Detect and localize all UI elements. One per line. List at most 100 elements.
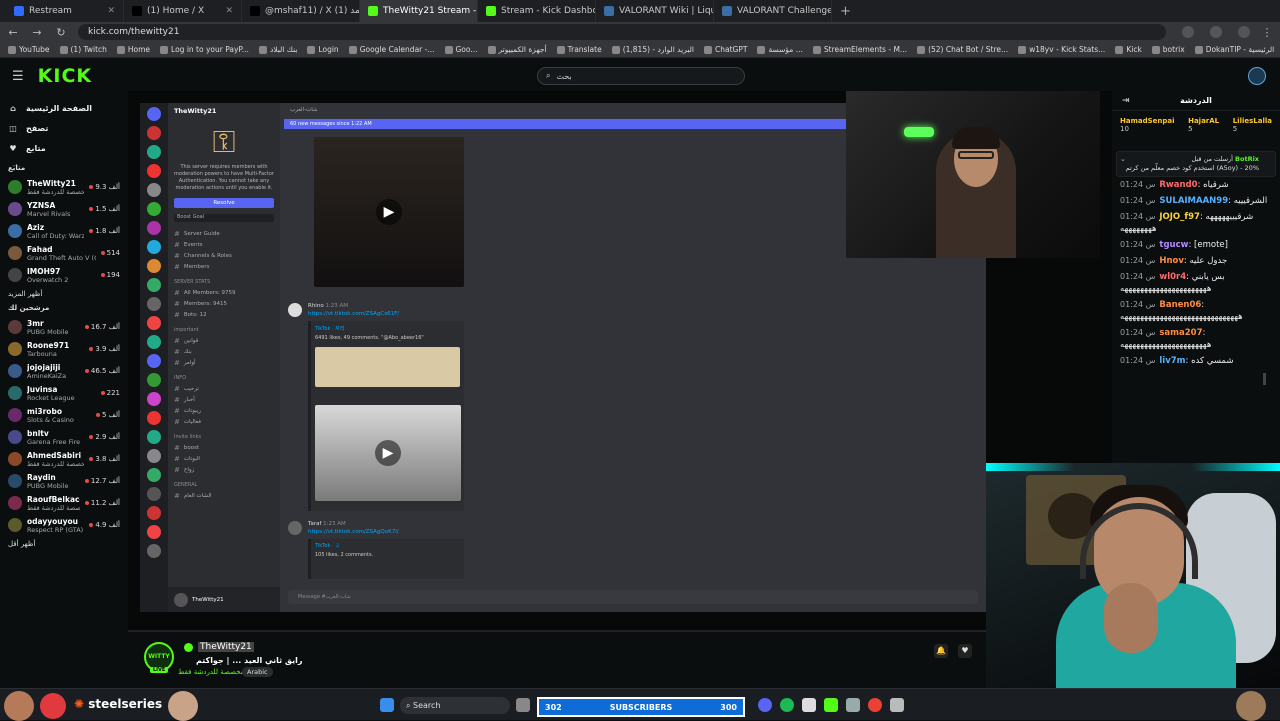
bookmark-item[interactable]: Log in to your PayP... — [160, 45, 249, 54]
bookmark-item[interactable]: مؤسسة ... — [757, 45, 803, 54]
heart-icon[interactable]: ♥ — [958, 644, 972, 658]
sidebar-channel[interactable]: bnltv Garena Free Fire 2.9 ألف — [8, 426, 120, 448]
discord-category[interactable]: INFO — [174, 374, 274, 383]
chat-username[interactable]: SULAIMAAN99 — [1159, 196, 1228, 206]
chrome-icon[interactable] — [868, 698, 882, 712]
show-more-link[interactable]: أظهر المزيد — [8, 290, 120, 298]
chat-username[interactable]: JOJO_f97 — [1159, 212, 1200, 222]
chat-username[interactable]: tgucw — [1159, 240, 1188, 250]
chat-username[interactable]: liv7m — [1159, 356, 1185, 366]
discord-server-icon[interactable] — [147, 316, 161, 330]
forward-icon[interactable]: → — [30, 26, 44, 39]
task-view-icon[interactable] — [516, 698, 530, 712]
boost-goal[interactable]: Boost Goal — [174, 214, 274, 222]
avatar[interactable] — [288, 521, 302, 535]
discord-server-name[interactable]: TheWitty21 — [174, 107, 274, 115]
sidebar-channel[interactable]: odayyouyou Respect RP (GTA) 4.9 ألف — [8, 514, 120, 536]
discord-server-icon[interactable] — [147, 183, 161, 197]
discord-channel[interactable]: # أوامر — [174, 357, 274, 368]
pinned-message[interactable]: ⌄ أرسلت من قبل BotRix استخدم كود خصم معل… — [1116, 151, 1276, 177]
address-bar[interactable]: kick.com/thewitty21 — [78, 24, 1166, 40]
discord-user-avatar[interactable] — [174, 592, 188, 607]
hamburger-icon[interactable]: ☰ — [12, 69, 24, 84]
chat-username[interactable]: sama207 — [1159, 328, 1202, 338]
discord-channel[interactable]: # أخبار — [174, 394, 274, 405]
sidebar-channel[interactable]: mi3robo Slots & Casino 5 ألف — [8, 404, 120, 426]
discord-server-icon[interactable] — [147, 335, 161, 349]
sidebar-channel[interactable]: RaoufBelkacemiمخصصة للدردشة فقط 11.2 ألف — [8, 492, 120, 514]
taskbar-search[interactable]: ⌕ Search — [400, 697, 510, 714]
message-link[interactable]: https://vt.tiktok.com/ZSAgCs61F/ — [308, 311, 399, 317]
discord-server-icon[interactable] — [147, 164, 161, 178]
bookmark-item[interactable]: Kick — [1115, 45, 1142, 54]
bell-icon[interactable]: 🔔 — [934, 644, 948, 658]
show-more-link[interactable]: أظهر أقل — [8, 540, 120, 548]
bookmark-item[interactable]: DokanTIP - الرئيسية — [1194, 45, 1274, 54]
discord-server-icon[interactable] — [147, 411, 161, 425]
resolve-button[interactable]: Resolve — [174, 198, 274, 208]
discord-server-icon[interactable] — [147, 430, 161, 444]
sidebar-channel[interactable]: Juvinsa Rocket League 221 — [8, 382, 120, 404]
bookmark-item[interactable]: YouTube — [8, 45, 50, 54]
browser-tab[interactable]: @mshaf11) / X شايف محمد (1)✕ — [242, 0, 360, 22]
discord-category[interactable]: Invite links — [174, 433, 274, 442]
discord-channel[interactable]: # boost — [174, 442, 274, 453]
discord-server-icon[interactable] — [147, 202, 161, 216]
search-input[interactable]: ⌕ بحث — [537, 67, 745, 85]
bookmark-item[interactable]: Translate — [556, 45, 602, 54]
discord-server-icon[interactable] — [147, 525, 161, 539]
discord-server-icon[interactable] — [147, 449, 161, 463]
embed-title[interactable]: TikTok · 자리 — [315, 325, 460, 332]
bookmark-item[interactable]: (52) Chat Bot / Stre... — [917, 45, 1008, 54]
embed-title[interactable]: TikTok · ♫ — [315, 543, 460, 549]
bookmark-item[interactable]: StreamElements - M... — [812, 45, 907, 54]
sidebar-nav-item[interactable]: ◫ تصفح — [8, 118, 120, 138]
chat-scrollbar[interactable] — [1263, 373, 1266, 385]
chat-username[interactable]: wl0r4 — [1159, 272, 1186, 282]
discord-server-icon[interactable] — [147, 544, 161, 558]
language-tag[interactable]: Arabic — [242, 667, 273, 677]
bookmark-item[interactable]: أجهزة الكمبيوتر — [487, 45, 547, 54]
discord-channel[interactable]: # All Members: 9759 — [174, 287, 274, 298]
avatar[interactable] — [288, 303, 302, 317]
discord-server-icon[interactable] — [147, 126, 161, 140]
discord-category[interactable]: important — [174, 326, 274, 335]
video-embed[interactable]: ▶ — [315, 405, 461, 501]
bookmark-item[interactable]: w18yv - Kick Stats... — [1018, 45, 1105, 54]
bookmark-item[interactable]: (1) Twitch — [59, 45, 107, 54]
discord-channel[interactable]: # قوانين — [174, 335, 274, 346]
new-tab-icon[interactable]: + — [832, 4, 859, 19]
leaderboard-entry[interactable]: LiliesLalla 5 — [1233, 117, 1272, 145]
chat-username[interactable]: Banen06 — [1159, 300, 1201, 310]
windows-start-icon[interactable] — [380, 698, 394, 712]
discord-channel[interactable]: # Bots: 12 — [174, 309, 274, 320]
kick-icon[interactable] — [824, 698, 838, 712]
sidebar-channel[interactable]: YZNSA Marvel Rivals 1.5 ألف — [8, 198, 120, 220]
browser-tab[interactable]: (1) Home / X ✕ — [124, 0, 242, 22]
browser-tab[interactable]: Restream ✕ — [6, 0, 124, 22]
leaderboard-entry[interactable]: HamadSenpai 10 — [1120, 117, 1175, 145]
browser-tab[interactable]: VALORANT Challengers 2025 ...✕ — [714, 0, 832, 22]
discord-channel[interactable]: # Channels & Roles — [174, 250, 274, 261]
discord-server-icon[interactable] — [147, 392, 161, 406]
settings-icon[interactable] — [890, 698, 904, 712]
sidebar-channel[interactable]: Roone971 Tarbouna 3.9 ألف — [8, 338, 120, 360]
chat-username[interactable]: Hnov — [1159, 256, 1184, 266]
bookmark-item[interactable]: ChatGPT — [703, 45, 747, 54]
play-icon[interactable]: ▶ — [376, 199, 402, 225]
discord-server-icon[interactable] — [147, 145, 161, 159]
star-icon[interactable] — [1210, 26, 1222, 38]
bookmark-item[interactable]: botrix — [1151, 45, 1185, 54]
discord-channel[interactable]: # الشات العام — [174, 490, 274, 501]
sidebar-nav-item[interactable]: ⌂ الصفحة الرئيسية — [8, 98, 120, 118]
bookmark-item[interactable]: Login — [307, 45, 339, 54]
message-link[interactable]: https://vt.tiktok.com/ZSAgQoK7l/ — [308, 529, 399, 535]
sidebar-channel[interactable]: AhmedSabiri مخصصة للدردشة فقط 3.8 ألف — [8, 448, 120, 470]
sidebar-channel[interactable]: FahadGrand Theft Auto V (G... 514 — [8, 242, 120, 264]
stream-category[interactable]: مخصصة للدردشة فقط — [178, 668, 244, 676]
discord-server-icon[interactable] — [147, 506, 161, 520]
sidebar-channel[interactable]: IMOH97 Overwatch 2 194 — [8, 264, 120, 286]
kick-logo[interactable]: KICK — [38, 65, 92, 87]
bookmark-item[interactable]: بنك البلاد — [258, 45, 297, 54]
browser-tab[interactable]: TheWitty21 Stream - Watch Li...✕ — [360, 0, 478, 22]
